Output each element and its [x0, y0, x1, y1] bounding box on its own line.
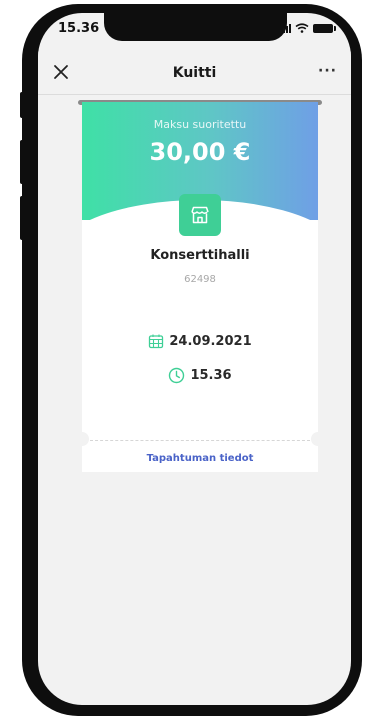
- merchant-name: Konserttihalli: [150, 248, 250, 263]
- transaction-details-link[interactable]: Tapahtuman tiedot: [82, 453, 318, 464]
- status-icons: [280, 23, 336, 33]
- signal-icon: [280, 23, 291, 33]
- status-time: 15.36: [58, 21, 100, 36]
- volume-up-button: [20, 140, 26, 184]
- battery-icon: [313, 23, 336, 33]
- screen: 15.36 Kuitti ··· Maksu suoritettu 30,00 …: [38, 13, 351, 705]
- notch: [104, 13, 287, 41]
- payment-amount: 30,00 €: [149, 138, 251, 166]
- mute-switch: [20, 92, 26, 118]
- receipt-time: 15.36: [190, 368, 232, 383]
- wifi-icon: [295, 23, 309, 33]
- receipt-cutout-right: [311, 432, 318, 446]
- receipt-card: Maksu suoritettu 30,00 € Konserttihalli …: [82, 102, 318, 472]
- receipt-cutout-left: [82, 432, 89, 446]
- receipt-date: 24.09.2021: [169, 333, 252, 349]
- more-icon[interactable]: ···: [318, 63, 337, 79]
- close-icon[interactable]: [52, 63, 70, 81]
- store-icon: [179, 194, 221, 236]
- volume-down-button: [20, 196, 26, 240]
- page-title: Kuitti: [172, 64, 217, 81]
- time-row: 15.36: [82, 367, 318, 384]
- merchant-id: 62498: [184, 274, 216, 285]
- date-row: 24.09.2021: [82, 333, 318, 349]
- navbar: Kuitti ···: [38, 51, 351, 95]
- calendar-icon: [149, 334, 164, 349]
- clock-icon: [169, 367, 185, 384]
- dashed-divider: [90, 440, 310, 441]
- payment-status: Maksu suoritettu: [153, 118, 247, 131]
